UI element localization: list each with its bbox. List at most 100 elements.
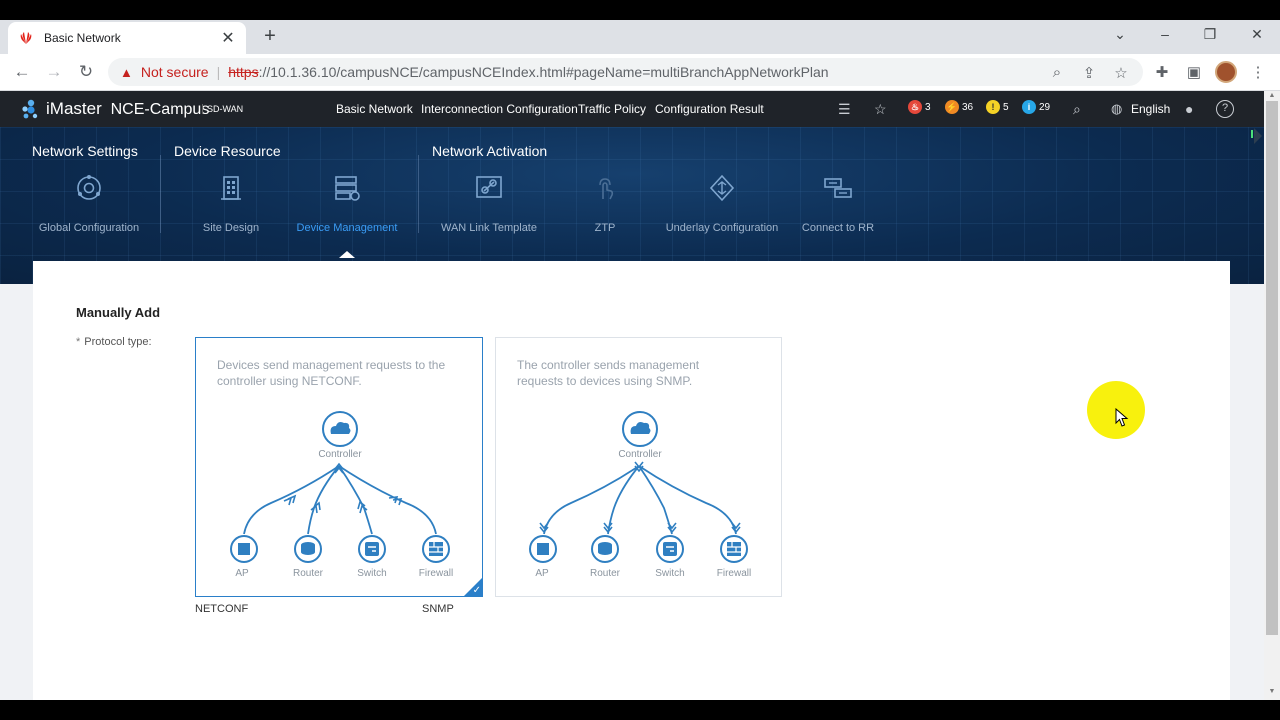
required-mark: * — [76, 336, 81, 348]
tab-close-icon[interactable]: ✕ — [220, 28, 236, 48]
info-alarm-icon: i — [1022, 100, 1036, 114]
scroll-thumb[interactable] — [1266, 101, 1278, 635]
info-alarm-badge[interactable]: i 29 — [1022, 100, 1050, 114]
url-scheme: https — [228, 64, 259, 80]
netconf-card[interactable]: Devices send management requests to the … — [195, 337, 483, 597]
browser-tab[interactable]: Basic Network ✕ — [8, 22, 246, 54]
close-window-icon[interactable]: ✕ — [1247, 26, 1267, 43]
firewall-node: Firewall — [419, 535, 453, 579]
product-name: NCE-Campus — [110, 101, 210, 118]
restore-icon[interactable]: ❐ — [1200, 26, 1220, 43]
step-label: Device Management — [296, 222, 398, 234]
ap-node: AP — [230, 535, 258, 579]
globe-icon: ◍ — [1111, 101, 1123, 116]
switch-label: Switch — [357, 568, 386, 579]
language-selector[interactable]: English — [1131, 102, 1170, 116]
scroll-down-icon[interactable]: ▼ — [1264, 687, 1280, 697]
bookmark-star-icon[interactable]: ☆ — [1112, 64, 1130, 82]
app-header: iMaster NCE-Campus SD-WAN Basic Network … — [0, 91, 1264, 127]
switch-node: Switch — [357, 535, 387, 579]
profile-avatar[interactable] — [1215, 61, 1237, 83]
not-secure-label: Not secure — [140, 64, 209, 80]
touch-icon — [599, 178, 614, 200]
new-tab-icon[interactable]: + — [260, 26, 280, 46]
scroll-up-icon[interactable]: ▲ — [1264, 91, 1280, 101]
forward-icon[interactable]: → — [44, 62, 64, 82]
step-label: Global Configuration — [38, 222, 140, 234]
share-icon[interactable]: ⇪ — [1080, 64, 1098, 82]
user-icon[interactable]: ● — [1185, 101, 1193, 117]
brand-name: iMaster — [46, 99, 102, 118]
ap-node: AP — [529, 535, 557, 579]
side-panel-icon[interactable]: ▣ — [1184, 63, 1204, 81]
step-device-management[interactable]: Device Management — [277, 173, 417, 234]
major-alarm-icon: ⚡ — [945, 100, 959, 114]
global-config-icon — [77, 175, 101, 200]
router-node: Router — [293, 535, 324, 579]
critical-alarm-badge[interactable]: ♨ 3 — [908, 100, 931, 114]
back-icon[interactable]: ← — [12, 62, 32, 82]
minimize-icon[interactable]: – — [1155, 26, 1175, 42]
browser-tabstrip: Basic Network ✕ + ⌄ – ❐ ✕ — [0, 20, 1280, 54]
nav-basic-network[interactable]: Basic Network — [336, 102, 413, 116]
letterbox-bottom — [0, 700, 1280, 720]
notes-icon[interactable]: ☰ — [838, 101, 851, 118]
nav-interconnection-configuration[interactable]: Interconnection Configuration — [421, 102, 578, 116]
step-connect-to-rr[interactable]: Connect to RR — [768, 173, 908, 234]
browser-toolbar: ← → ↻ ▲ Not secure | https ://10.1.36.10… — [0, 54, 1280, 91]
app-brand: iMaster NCE-Campus — [46, 99, 209, 119]
help-icon[interactable]: ? — [1216, 100, 1234, 118]
ap-label: AP — [535, 568, 549, 579]
snmp-caption: SNMP — [422, 603, 454, 615]
group-network-activation: Network Activation — [432, 143, 548, 159]
check-icon: ✓ — [472, 585, 481, 596]
page-scrollbar[interactable]: ▲ ▼ — [1264, 91, 1280, 700]
zoom-icon[interactable]: ⌕ — [1048, 64, 1066, 81]
ap-label: AP — [235, 568, 249, 579]
minor-alarm-badge[interactable]: ! 5 — [986, 100, 1009, 114]
nav-traffic-policy[interactable]: Traffic Policy — [578, 102, 646, 116]
link-icon — [476, 176, 502, 198]
step-label: Connect to RR — [801, 222, 875, 234]
server-gear-icon — [335, 176, 360, 201]
tab-search-icon[interactable]: ⌄ — [1110, 26, 1130, 43]
connect-rr-icon — [824, 178, 852, 198]
building-icon — [221, 176, 241, 200]
nav-configuration-result[interactable]: Configuration Result — [655, 102, 764, 116]
firewall-node: Firewall — [717, 535, 751, 579]
active-step-pointer — [339, 251, 355, 258]
critical-alarm-icon: ♨ — [908, 100, 922, 114]
netconf-caption: NETCONF — [195, 603, 249, 615]
search-icon[interactable]: ⌕ — [1073, 101, 1081, 118]
controller-label: Controller — [618, 449, 662, 460]
minor-alarm-icon: ! — [986, 100, 1000, 114]
huawei-favicon-icon — [18, 30, 34, 46]
firewall-label: Firewall — [717, 568, 751, 579]
info-alarm-count: 29 — [1039, 101, 1051, 113]
switch-node: Switch — [655, 535, 685, 579]
section-title: Manually Add — [76, 305, 161, 320]
snmp-card[interactable]: The controller sends management requests… — [495, 337, 782, 597]
reload-icon[interactable]: ↻ — [76, 62, 96, 82]
extensions-icon[interactable]: ✚ — [1152, 63, 1172, 81]
router-label: Router — [590, 568, 621, 579]
imaster-logo-icon — [22, 99, 38, 119]
major-alarm-badge[interactable]: ⚡ 36 — [945, 100, 973, 114]
url-text: ://10.1.36.10/campusNCE/campusNCEIndex.h… — [258, 64, 829, 80]
minor-alarm-count: 5 — [1003, 101, 1009, 113]
critical-alarm-count: 3 — [925, 101, 931, 113]
warning-icon: ▲ — [120, 64, 133, 80]
omnibox-separator: | — [216, 64, 221, 80]
major-alarm-count: 36 — [962, 101, 974, 113]
product-tag: SD-WAN — [202, 104, 243, 114]
side-drawer-handle[interactable] — [1248, 126, 1264, 146]
router-label: Router — [293, 568, 324, 579]
netconf-topology-diagram: Controller AP Router Switch Firewall — [230, 411, 453, 579]
group-network-settings: Network Settings — [32, 143, 138, 159]
address-bar[interactable]: ▲ Not secure | https ://10.1.36.10/campu… — [108, 58, 1143, 86]
favorites-star-icon[interactable]: ☆ — [874, 101, 887, 118]
letterbox-top — [0, 0, 1280, 20]
browser-menu-icon[interactable]: ⋮ — [1248, 63, 1268, 81]
router-node: Router — [590, 535, 621, 579]
step-global-configuration[interactable]: Global Configuration — [19, 173, 159, 234]
